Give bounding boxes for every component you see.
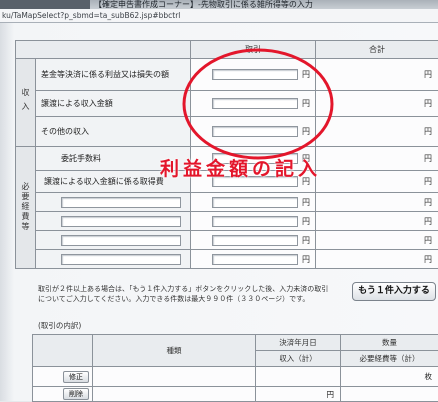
expense-amount-cell: 円 [191,250,316,269]
breakdown-kind-cell [93,387,256,402]
breakdown-header-blank [33,335,93,367]
income-row-other: その他の収入 円 円 [16,117,438,147]
income-section-cell: 収入 [16,59,36,147]
delete-button[interactable]: 削除 [63,388,89,400]
amount-unit: 円 [327,390,335,399]
breakdown-header-expense-total: 必要経費等（計） [341,351,438,367]
expense-amount-input[interactable] [212,254,298,265]
breakdown-amount-row: 削除 円 [33,387,438,402]
annotation-text: 利益金額の記入 [160,158,321,180]
header-total: 合計 [316,41,438,59]
header-transaction: 取引 [191,41,316,59]
edit-button[interactable]: 修正 [63,371,89,383]
expense-name-input[interactable] [61,197,181,208]
breakdown-title: (取引の内訳) [38,320,81,331]
notice-line: についてご入力してください。入力できる件数は最大９９０件（３３０ページ）です。 [38,294,328,304]
settlement-gain-input[interactable] [212,69,298,80]
expense-amount-input[interactable] [212,216,298,227]
expense-name-input[interactable] [61,254,181,265]
expense-name-input[interactable] [61,216,181,227]
expense-total-cell: 円 [316,250,438,269]
yen-unit: 円 [424,235,432,246]
breakdown-action-cell: 修正 [33,367,93,387]
header-blank-cell [16,41,191,59]
expense-total-cell: 円 [316,171,438,193]
income-total-cell: 円 [316,91,438,117]
yen-unit: 円 [424,176,432,187]
window-titlebar: 【確定申告書作成コーナー】-先物取引に係る雑所得等の入力 [0,0,438,9]
income-amount-cell: 円 [191,91,316,117]
notice-line: 取引が２件以上ある場合は、「もう１件入力する」ボタンをクリックした後、入力未済の… [38,284,328,294]
breakdown-income-total-cell: 円 [256,387,341,402]
yen-unit: 円 [302,197,310,208]
expense-section-cell: 必要経費等 [16,147,36,269]
expense-amount-input[interactable] [212,197,298,208]
income-row-settlement-gain: 収入 差金等決済に係る利益又は損失の額 円 円 [16,59,438,91]
breakdown-header-kind: 種類 [93,335,256,367]
breakdown-data-row: 修正 枚 [33,367,438,387]
income-label: 譲渡による収入金額 [36,91,191,117]
breakdown-expense-total-cell [341,387,438,402]
expense-name-cell [36,212,191,231]
breakdown-table: 種類 決済年月日 数量 収入（計） 必要経費等（計） 修正 枚 削除 円 [32,334,438,402]
expense-section-label: 必要経費等 [20,182,31,232]
yen-unit: 円 [424,153,432,164]
income-label: その他の収入 [36,117,191,147]
expense-name-cell [36,231,191,250]
yen-unit: 円 [302,235,310,246]
income-total-cell: 円 [316,117,438,147]
add-another-button[interactable]: もう１件入力する [352,282,436,301]
breakdown-header-row: 種類 決済年月日 数量 [33,335,438,351]
multi-entry-notice: 取引が２件以上ある場合は、「もう１件入力する」ボタンをクリックした後、入力未済の… [38,284,328,304]
breakdown-kind-cell [93,367,256,387]
expense-amount-cell: 円 [191,212,316,231]
income-expense-table: 取引 合計 収入 差金等決済に係る利益又は損失の額 円 円 譲渡による収入金額 … [15,40,438,269]
expense-name-input[interactable] [61,235,181,246]
quantity-unit: 枚 [425,372,433,381]
table-header-row: 取引 合計 [16,41,438,59]
expense-total-cell: 円 [316,193,438,212]
yen-unit: 円 [302,69,310,80]
breakdown-action-cell: 削除 [33,387,93,402]
other-income-input[interactable] [212,126,298,137]
breakdown-header-income-total: 収入（計） [256,351,341,367]
expense-name-cell [36,193,191,212]
breakdown-header-quantity: 数量 [341,335,438,351]
expense-total-cell: 円 [316,231,438,250]
income-row-transfer-proceeds: 譲渡による収入金額 円 円 [16,91,438,117]
transfer-proceeds-input[interactable] [212,98,298,109]
yen-unit: 円 [424,216,432,227]
expense-row-custom-1: 円 円 [16,193,438,212]
income-amount-cell: 円 [191,59,316,91]
expense-total-cell: 円 [316,147,438,171]
yen-unit: 円 [302,126,310,137]
income-amount-cell: 円 [191,117,316,147]
window-title: 【確定申告書作成コーナー】-先物取引に係る雑所得等の入力 [94,0,313,9]
expense-amount-cell: 円 [191,231,316,250]
address-url[interactable]: ku/TaMapSelect?p_sbmd=ta_subB62.jsp#bbct… [2,11,180,21]
yen-unit: 円 [424,98,432,109]
yen-unit: 円 [424,69,432,80]
breakdown-date-cell [256,367,341,387]
yen-unit: 円 [302,98,310,109]
expense-row-custom-3: 円 円 [16,231,438,250]
yen-unit: 円 [424,254,432,265]
breakdown-header-settlement-date: 決済年月日 [256,335,341,351]
address-bar[interactable]: ku/TaMapSelect?p_sbmd=ta_subB62.jsp#bbct… [0,9,438,23]
expense-amount-input[interactable] [212,235,298,246]
breakdown-quantity-cell: 枚 [341,367,438,387]
income-total-cell: 円 [316,59,438,91]
yen-unit: 円 [302,254,310,265]
income-section-label: 収入 [20,88,31,116]
expense-row-custom-2: 円 円 [16,212,438,231]
expense-amount-cell: 円 [191,193,316,212]
titlebar-dark-region [0,0,90,9]
income-label: 差金等決済に係る利益又は損失の額 [36,59,191,91]
expense-row-custom-4: 円 円 [16,250,438,269]
yen-unit: 円 [424,126,432,137]
expense-total-cell: 円 [316,212,438,231]
yen-unit: 円 [424,197,432,208]
expense-name-cell [36,250,191,269]
yen-unit: 円 [302,216,310,227]
